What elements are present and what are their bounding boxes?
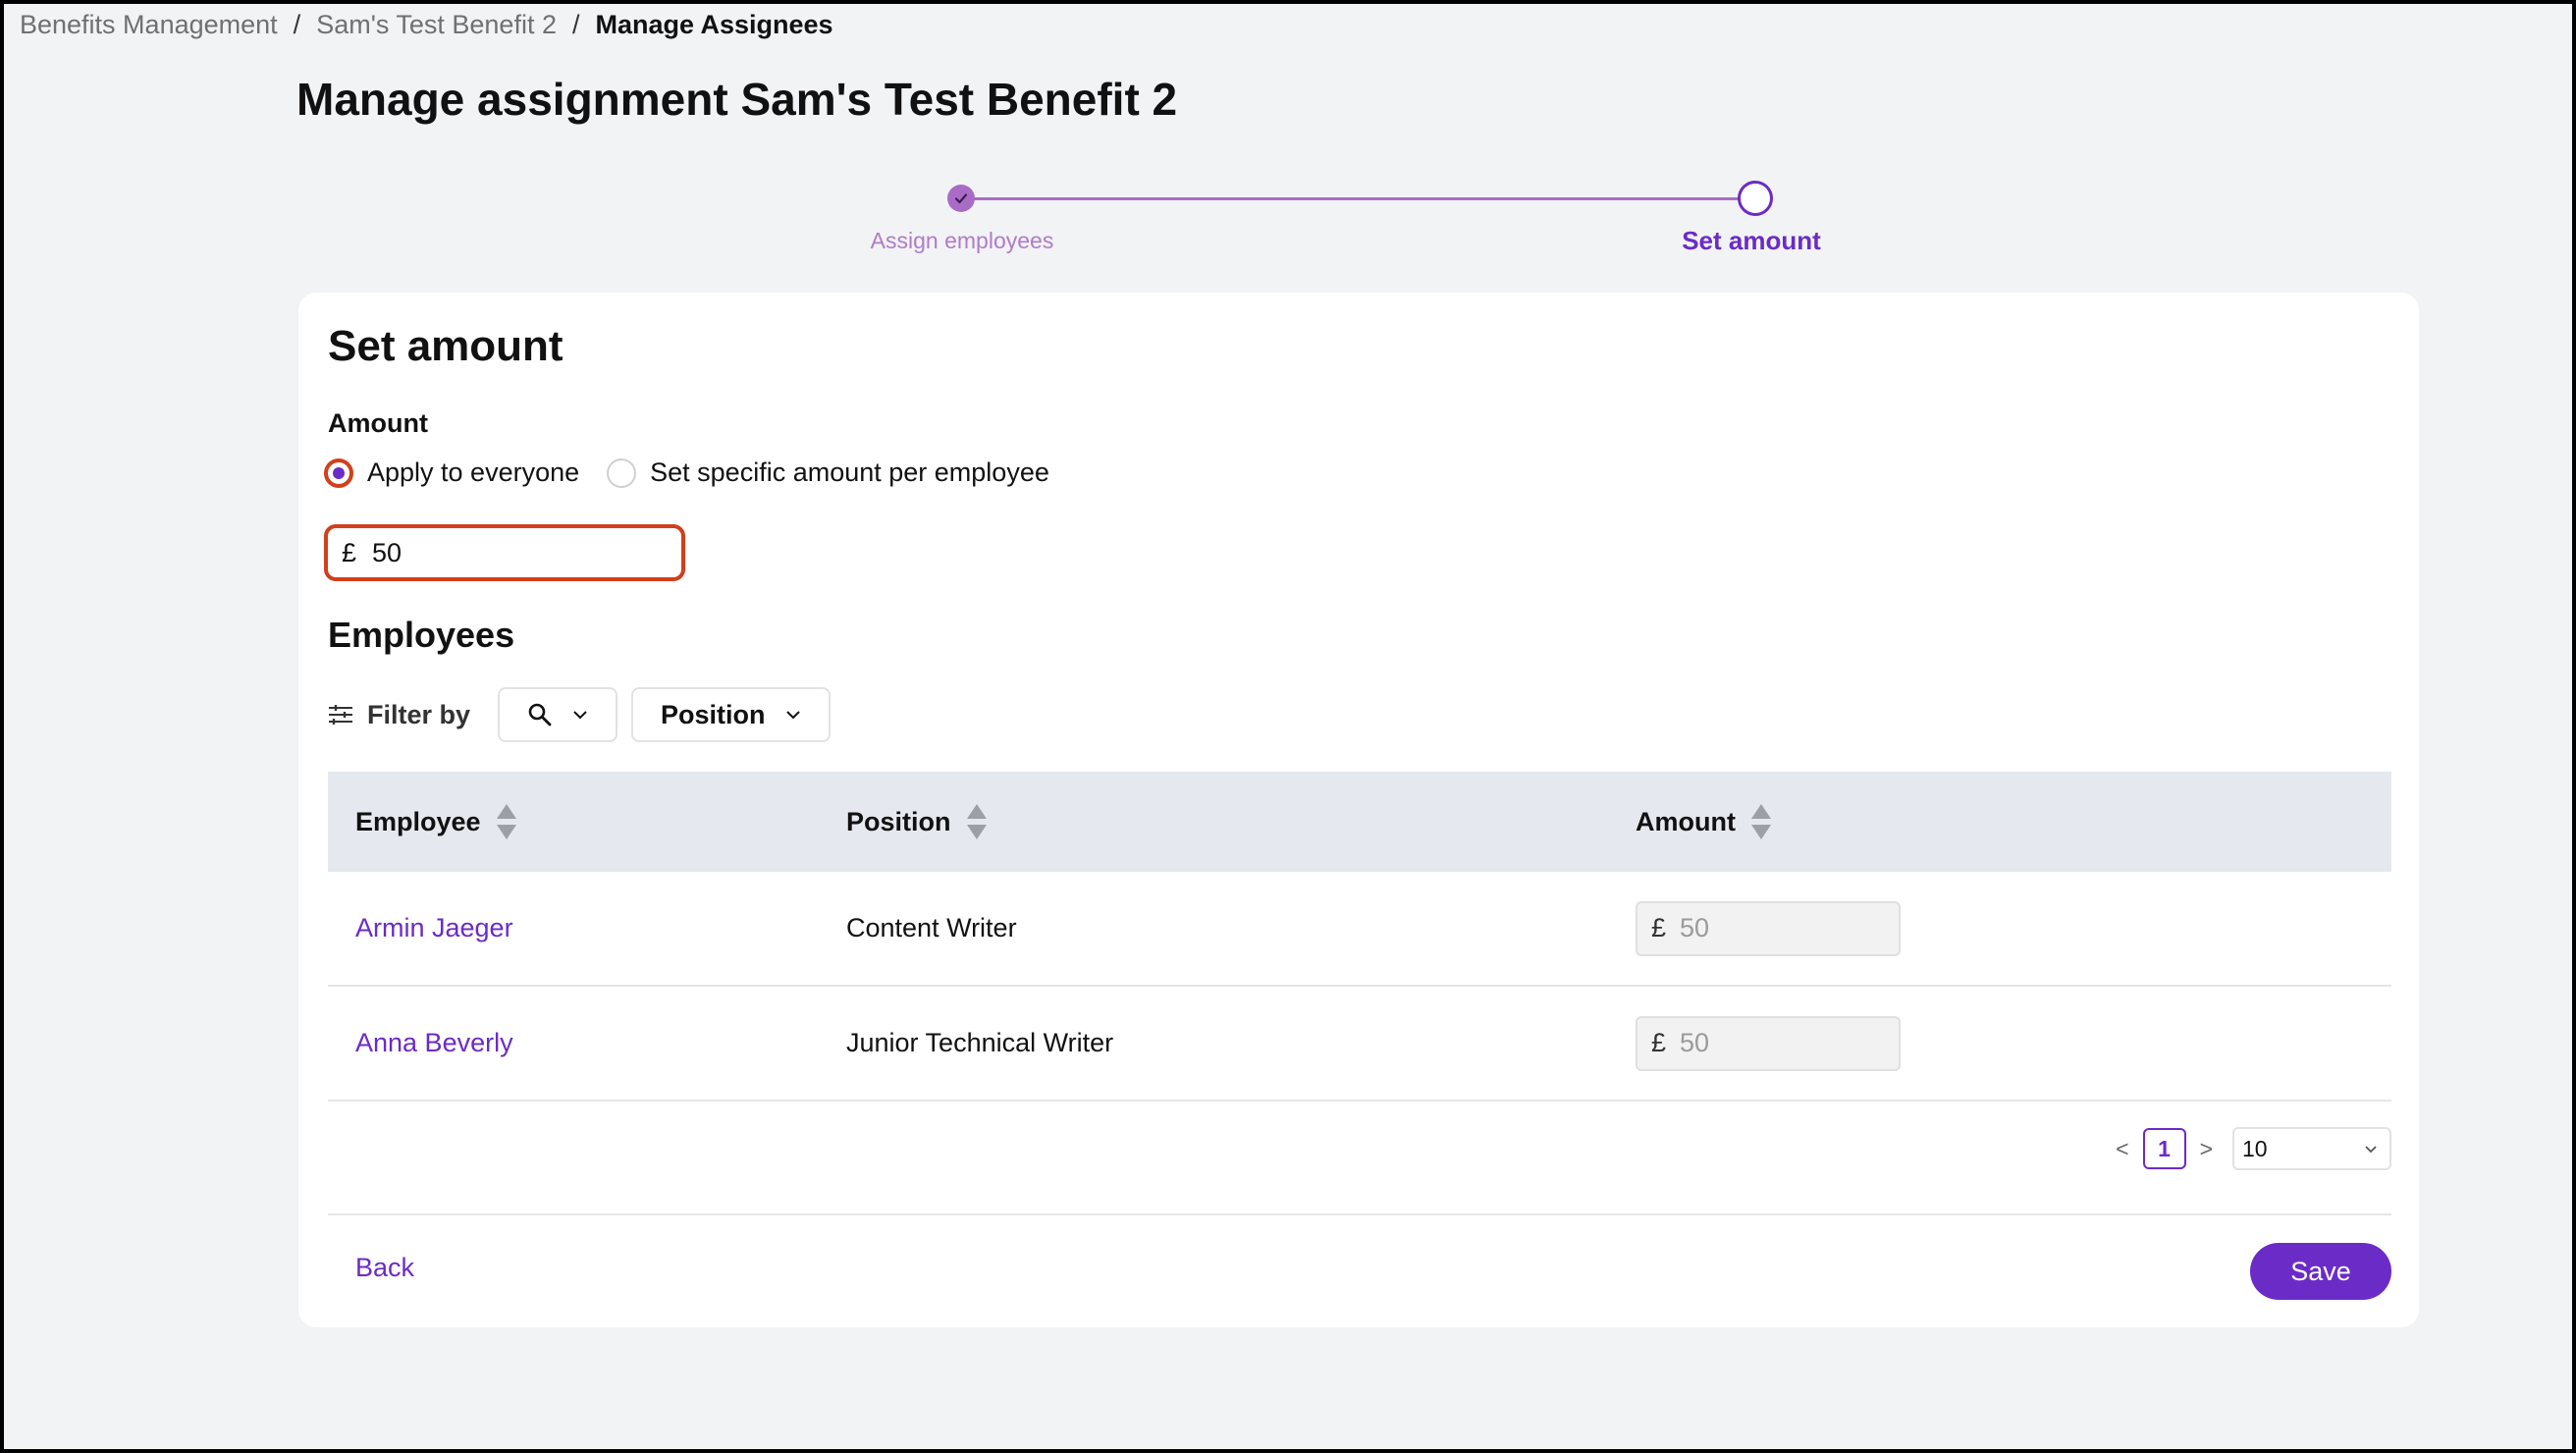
radio-label-apply-to-everyone[interactable]: Apply to everyone — [367, 457, 579, 488]
page-size-select[interactable]: 10 — [2232, 1127, 2391, 1170]
step-current-icon — [1738, 181, 1773, 216]
step-label-assign-employees[interactable]: Assign employees — [868, 228, 1056, 254]
breadcrumb: Benefits Management / Sam's Test Benefit… — [20, 10, 833, 40]
table-row: Anna Beverly Junior Technical Writer £ 5… — [328, 987, 2391, 1102]
position-filter-label: Position — [661, 699, 766, 729]
row-amount-value: 50 — [1680, 1028, 1710, 1057]
set-amount-card: Set amount Amount Apply to everyone Set … — [298, 293, 2419, 1327]
filter-by-label: Filter by — [367, 699, 471, 729]
page-size-value: 10 — [2242, 1135, 2268, 1161]
amount-input[interactable]: £ 50 — [324, 524, 685, 581]
sort-icon[interactable] — [495, 802, 518, 841]
table-header: Employee Position Amount — [328, 772, 2391, 872]
employees-title: Employees — [328, 615, 515, 655]
step-completed-icon — [947, 185, 975, 212]
breadcrumb-separator: / — [293, 10, 301, 39]
table-row: Armin Jaeger Content Writer £ 50 — [328, 872, 2391, 987]
pagination: < 1 > 10 — [2102, 1127, 2391, 1170]
back-button[interactable]: Back — [355, 1253, 414, 1283]
sort-icon[interactable] — [1749, 802, 1773, 841]
chevron-down-icon — [2365, 1145, 2377, 1153]
amount-input-value[interactable]: 50 — [372, 538, 402, 568]
amount-label: Amount — [328, 408, 428, 438]
column-header-amount[interactable]: Amount — [1628, 802, 2391, 841]
position-filter-button[interactable]: Position — [631, 687, 831, 742]
column-header-position[interactable]: Position — [838, 802, 1628, 841]
stepper: Assign employees Set amount — [848, 177, 1830, 265]
prev-page-button[interactable]: < — [2116, 1136, 2128, 1162]
row-amount-value: 50 — [1680, 913, 1710, 942]
currency-symbol: £ — [342, 537, 357, 567]
filter-sliders-icon — [329, 705, 352, 725]
employee-position: Content Writer — [846, 913, 1017, 942]
breadcrumb-current: Manage Assignees — [595, 10, 833, 39]
breadcrumb-separator: / — [571, 10, 580, 39]
footer-divider — [328, 1213, 2391, 1215]
step-label-set-amount: Set amount — [1682, 226, 1821, 255]
radio-apply-to-everyone[interactable] — [324, 457, 353, 488]
save-button[interactable]: Save — [2250, 1243, 2391, 1300]
next-page-button[interactable]: > — [2200, 1136, 2213, 1162]
employee-link[interactable]: Anna Beverly — [355, 1028, 513, 1057]
search-icon — [528, 703, 552, 726]
currency-symbol: £ — [1651, 1028, 1667, 1057]
chevron-down-icon — [573, 711, 587, 720]
breadcrumb-benefit[interactable]: Sam's Test Benefit 2 — [316, 10, 557, 40]
column-label-amount: Amount — [1636, 806, 1736, 836]
employees-table: Employee Position Amount Armin Jaeger Co… — [328, 772, 2391, 1102]
chevron-down-icon — [785, 711, 800, 720]
row-amount-input: £ 50 — [1636, 900, 1901, 956]
sort-icon[interactable] — [965, 802, 989, 841]
breadcrumb-benefits-management[interactable]: Benefits Management — [20, 10, 278, 40]
radio-specific-amount[interactable] — [607, 457, 637, 488]
stepper-line — [962, 197, 1755, 200]
page-title: Manage assignment Sam's Test Benefit 2 — [296, 74, 1178, 125]
column-header-employee[interactable]: Employee — [328, 802, 838, 841]
filter-by: Filter by — [328, 700, 470, 730]
column-label-employee: Employee — [355, 806, 481, 836]
filter-row: Filter by Position — [328, 687, 844, 742]
currency-symbol: £ — [1651, 913, 1667, 942]
row-amount-input: £ 50 — [1636, 1015, 1901, 1071]
amount-mode-radio-group: Apply to everyone Set specific amount pe… — [324, 457, 1077, 488]
card-title: Set amount — [328, 322, 564, 370]
page-button-current[interactable]: 1 — [2142, 1128, 2186, 1169]
radio-label-specific-amount[interactable]: Set specific amount per employee — [650, 457, 1049, 488]
employee-position: Junior Technical Writer — [846, 1028, 1114, 1057]
check-icon — [954, 193, 968, 204]
employee-link[interactable]: Armin Jaeger — [355, 913, 513, 942]
column-label-position: Position — [846, 806, 951, 836]
search-filter-button[interactable] — [498, 687, 618, 742]
